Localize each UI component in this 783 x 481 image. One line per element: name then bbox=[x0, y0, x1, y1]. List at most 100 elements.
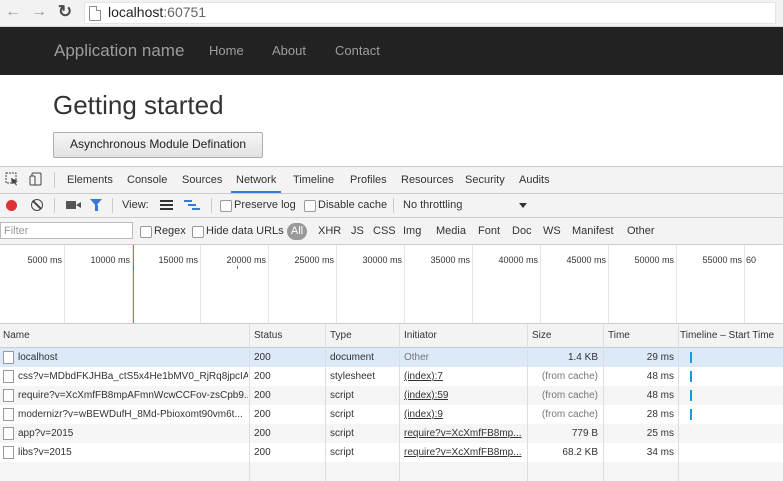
request-name: localhost bbox=[18, 352, 58, 363]
request-status: 200 bbox=[254, 352, 271, 363]
column-divider bbox=[527, 324, 528, 481]
overview-request-mark bbox=[133, 267, 134, 270]
filter-type-img[interactable]: Img bbox=[403, 225, 421, 237]
network-overview[interactable]: 5000 ms 10000 ms 15000 ms 20000 ms 25000… bbox=[0, 245, 783, 324]
tab-sources[interactable]: Sources bbox=[182, 174, 222, 186]
overview-waterfall-icon[interactable] bbox=[184, 200, 200, 210]
brand-link[interactable]: Application name bbox=[54, 41, 184, 61]
filter-type-all[interactable]: All bbox=[287, 223, 307, 240]
regex-checkbox[interactable] bbox=[140, 226, 152, 238]
request-status: 200 bbox=[254, 371, 271, 382]
device-mode-icon[interactable] bbox=[29, 172, 43, 186]
nav-about-link[interactable]: About bbox=[272, 43, 306, 58]
overview-gridline bbox=[336, 245, 337, 323]
filter-type-other[interactable]: Other bbox=[627, 225, 655, 237]
overview-gridline bbox=[744, 245, 745, 323]
tab-security[interactable]: Security bbox=[465, 174, 505, 186]
table-row[interactable]: css?v=MDbdFKJHBa_ctS5x4He1bMV0_RjRq8jpcI… bbox=[0, 367, 783, 386]
col-type-header[interactable]: Type bbox=[330, 324, 352, 347]
preserve-log-checkbox[interactable] bbox=[220, 200, 232, 212]
request-initiator: Other bbox=[404, 352, 430, 363]
col-status-header[interactable]: Status bbox=[254, 324, 283, 347]
overview-gridline bbox=[608, 245, 609, 323]
table-row[interactable]: libs?v=2015 200 script require?v=XcXmfFB… bbox=[0, 443, 783, 462]
overview-tick-label: 20000 ms bbox=[226, 255, 266, 265]
overview-tick-label: 35000 ms bbox=[430, 255, 470, 265]
chevron-down-icon[interactable] bbox=[519, 203, 527, 208]
forward-arrow-icon[interactable]: → bbox=[30, 3, 48, 21]
filter-type-js[interactable]: JS bbox=[351, 225, 364, 237]
tab-resources[interactable]: Resources bbox=[401, 174, 454, 186]
devtools-tabbar: Elements Console Sources Network Timelin… bbox=[0, 167, 783, 194]
tab-separator bbox=[54, 172, 55, 188]
disable-cache-checkbox[interactable] bbox=[304, 200, 316, 212]
capture-screenshots-icon[interactable] bbox=[66, 201, 81, 209]
overview-tick-label: 60 bbox=[746, 255, 757, 265]
request-status: 200 bbox=[254, 428, 271, 439]
filter-input[interactable]: Filter bbox=[0, 222, 133, 239]
toolbar-separator bbox=[211, 198, 212, 213]
filter-type-xhr[interactable]: XHR bbox=[318, 225, 341, 237]
overview-tick-label: 45000 ms bbox=[566, 255, 606, 265]
script-file-icon bbox=[3, 446, 14, 459]
request-initiator-link[interactable]: require?v=XcXmfFB8mp... bbox=[404, 424, 524, 443]
filter-type-css[interactable]: CSS bbox=[373, 225, 396, 237]
stylesheet-file-icon bbox=[3, 370, 14, 383]
clear-icon[interactable] bbox=[31, 199, 43, 211]
request-initiator-link[interactable]: (index):59 bbox=[404, 386, 448, 405]
preserve-log-label: Preserve log bbox=[234, 199, 296, 211]
request-type: script bbox=[330, 390, 354, 401]
record-icon[interactable] bbox=[6, 200, 17, 211]
filter-type-font[interactable]: Font bbox=[478, 225, 500, 237]
table-row[interactable]: localhost 200 document Other 1.4 KB 29 m… bbox=[0, 348, 783, 367]
hide-data-urls-checkbox[interactable] bbox=[192, 226, 204, 238]
request-initiator-link[interactable]: (index):7 bbox=[404, 367, 443, 386]
overview-tick-label: 50000 ms bbox=[634, 255, 674, 265]
tab-elements[interactable]: Elements bbox=[67, 174, 113, 186]
filter-type-doc[interactable]: Doc bbox=[512, 225, 532, 237]
overview-gridline bbox=[268, 245, 269, 323]
overview-gridline bbox=[472, 245, 473, 323]
toolbar-separator bbox=[393, 198, 394, 213]
timeline-bar bbox=[690, 352, 692, 363]
request-time: 48 ms bbox=[646, 371, 674, 382]
request-size: (from cache) bbox=[541, 409, 598, 420]
large-rows-icon[interactable] bbox=[160, 200, 173, 210]
column-divider bbox=[325, 324, 326, 481]
disable-cache-label: Disable cache bbox=[318, 199, 388, 211]
col-name-header[interactable]: Name bbox=[3, 324, 30, 347]
address-bar[interactable]: localhost:60751 bbox=[84, 2, 776, 24]
inspect-element-icon[interactable] bbox=[5, 172, 19, 186]
regex-label: Regex bbox=[154, 225, 186, 237]
table-row[interactable]: modernizr?v=wBEWDufH_8Md-Pbioxomt90vm6t.… bbox=[0, 405, 783, 424]
nav-home-link[interactable]: Home bbox=[209, 43, 244, 58]
devtools-panel: Elements Console Sources Network Timelin… bbox=[0, 166, 783, 481]
col-time-header[interactable]: Time bbox=[608, 324, 630, 347]
request-initiator-link[interactable]: require?v=XcXmfFB8mp... bbox=[404, 443, 524, 462]
tab-console[interactable]: Console bbox=[127, 174, 167, 186]
hide-data-urls-label: Hide data URLs bbox=[206, 225, 284, 237]
nav-contact-link[interactable]: Contact bbox=[335, 43, 380, 58]
tab-profiles[interactable]: Profiles bbox=[350, 174, 387, 186]
reload-icon[interactable]: ↻ bbox=[56, 3, 74, 21]
col-initiator-header[interactable]: Initiator bbox=[404, 324, 437, 347]
tab-audits[interactable]: Audits bbox=[519, 174, 550, 186]
filter-type-media[interactable]: Media bbox=[436, 225, 466, 237]
page-title: Getting started bbox=[53, 90, 224, 120]
col-timeline-header[interactable]: Timeline – Start Time bbox=[680, 324, 780, 347]
filter-type-ws[interactable]: WS bbox=[543, 225, 561, 237]
back-arrow-icon[interactable]: ← bbox=[4, 3, 22, 21]
tab-timeline[interactable]: Timeline bbox=[293, 174, 334, 186]
amd-button[interactable]: Asynchronous Module Defination bbox=[53, 132, 263, 158]
filter-icon[interactable] bbox=[90, 199, 102, 211]
overview-tick-label: 40000 ms bbox=[498, 255, 538, 265]
filter-type-manifest[interactable]: Manifest bbox=[572, 225, 614, 237]
table-row[interactable]: require?v=XcXmfFB8mpAFmnWcwCCFov-zsCpb9.… bbox=[0, 386, 783, 405]
throttling-select[interactable]: No throttling bbox=[403, 199, 462, 211]
request-initiator-link[interactable]: (index):9 bbox=[404, 405, 443, 424]
tab-network[interactable]: Network bbox=[236, 174, 276, 186]
table-row[interactable]: app?v=2015 200 script require?v=XcXmfFB8… bbox=[0, 424, 783, 443]
table-row-empty bbox=[0, 462, 783, 481]
overview-gridline bbox=[676, 245, 677, 323]
col-size-header[interactable]: Size bbox=[532, 324, 552, 347]
